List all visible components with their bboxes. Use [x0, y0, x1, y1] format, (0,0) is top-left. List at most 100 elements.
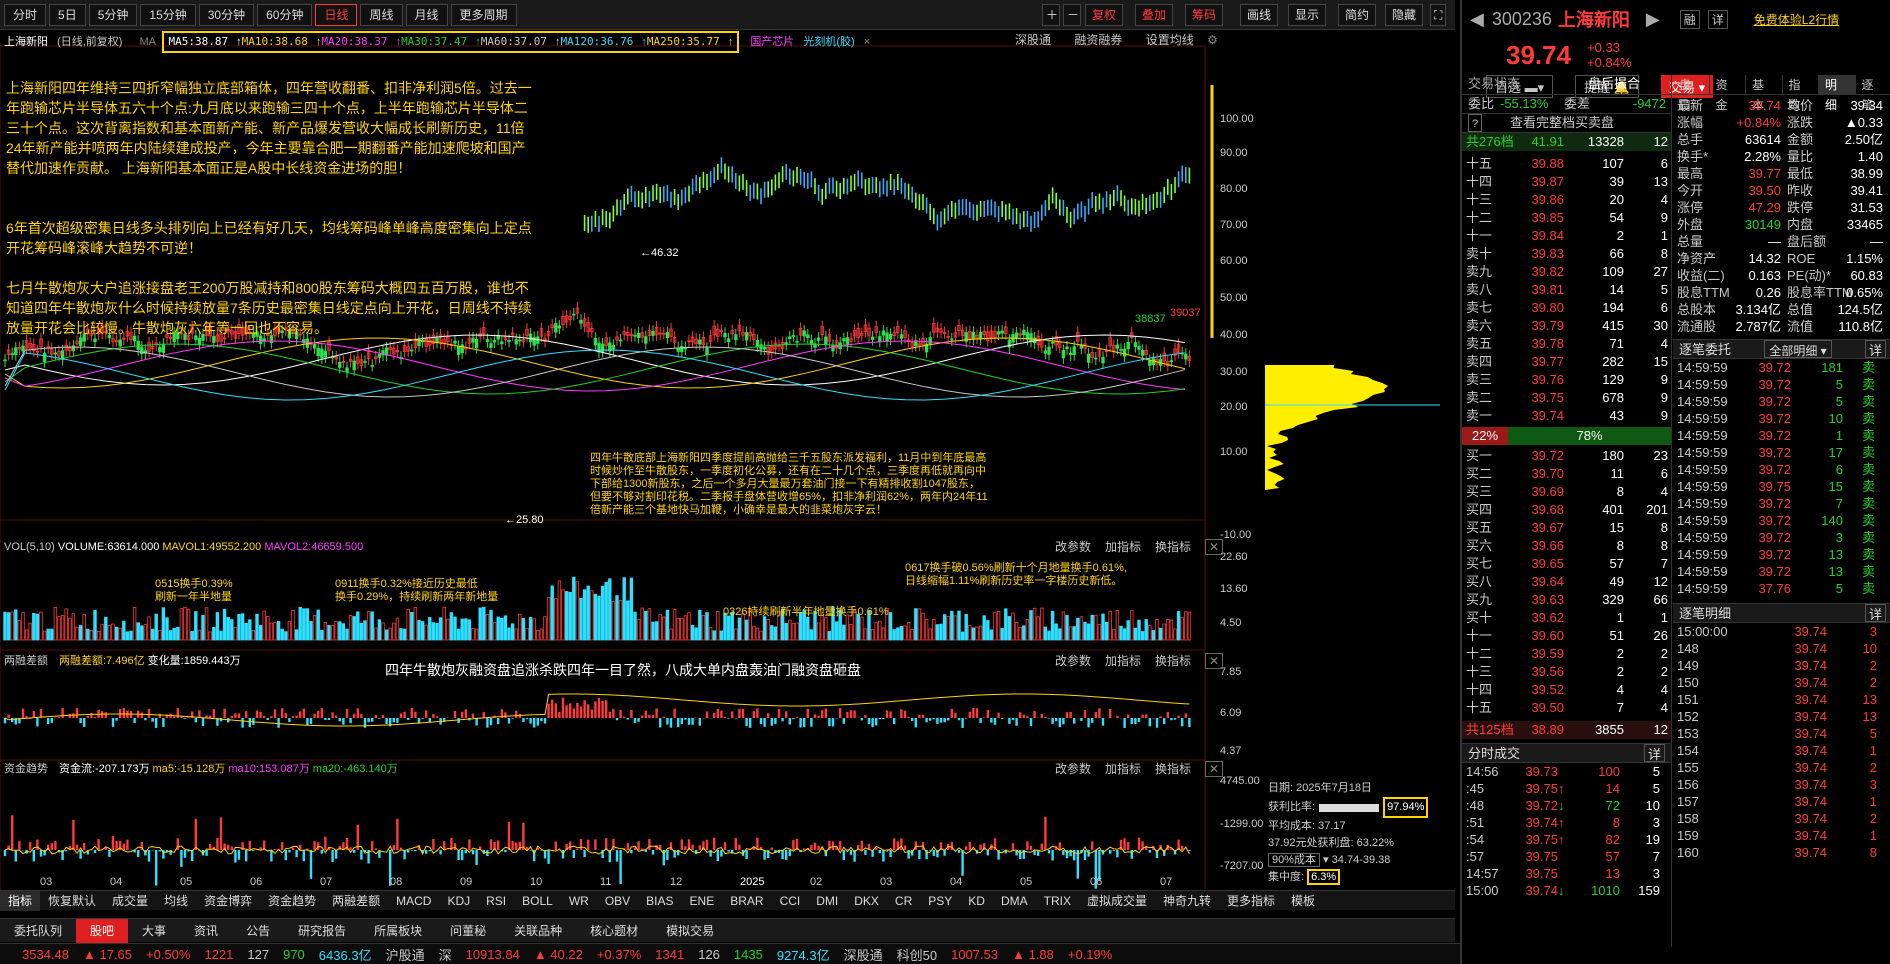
bid-row[interactable]: 买二 39.70 11 6 — [1462, 465, 1671, 483]
indicator-tab[interactable]: 虚拟成交量 — [1079, 891, 1155, 911]
period-tab[interactable]: 月线 — [405, 3, 448, 26]
period-tab[interactable]: 更多周期 — [450, 3, 517, 26]
quote-tab[interactable]: 基本 — [1746, 75, 1783, 112]
panel-link[interactable]: 换指标 — [1155, 654, 1191, 668]
overlay-button[interactable]: 叠加 — [1135, 4, 1174, 26]
quote-tab[interactable]: 资金 — [1710, 75, 1746, 112]
close-icon[interactable]: ✕ — [1205, 653, 1224, 669]
indicator-tab[interactable]: 资金趋势 — [260, 891, 324, 911]
indicator-tab[interactable]: KDJ — [439, 891, 478, 911]
panel-link[interactable]: 换指标 — [1155, 540, 1191, 554]
period-tab[interactable]: 5分钟 — [88, 3, 138, 26]
indicator-tab[interactable]: 均线 — [156, 891, 196, 911]
indicator-tab[interactable]: 两融差额 — [324, 891, 388, 911]
period-tab[interactable]: 30分钟 — [198, 3, 255, 26]
period-tab[interactable]: 日线 — [315, 3, 358, 26]
hgt-link[interactable]: 沪股通 — [386, 945, 425, 964]
period-tab[interactable]: 分时 — [4, 3, 47, 26]
close-icon[interactable]: ✕ — [1205, 539, 1224, 555]
period-tab[interactable]: 5日 — [49, 3, 86, 26]
bid-row[interactable]: 买五 39.67 15 8 — [1462, 519, 1671, 537]
detail-more[interactable]: 详 — [1864, 604, 1886, 622]
close-icon[interactable]: × — [864, 36, 870, 48]
ask-row[interactable]: 卖七 39.80 194 6 — [1462, 299, 1671, 317]
indicator-tab[interactable]: KD — [960, 891, 993, 911]
bid-row[interactable]: 买九 39.63 329 66 — [1462, 591, 1671, 609]
indicator-tab[interactable]: TRIX — [1036, 891, 1079, 911]
ask-row[interactable]: 十二 39.85 54 9 — [1462, 209, 1671, 227]
panel-link[interactable]: 加指标 — [1105, 654, 1141, 668]
indicator-tab[interactable]: MACD — [388, 891, 439, 911]
bottom-tab[interactable]: 公告 — [232, 919, 284, 943]
indicator-tab[interactable]: 神奇九转 — [1155, 891, 1219, 911]
fullscreen-icon[interactable]: ⛶ — [1430, 4, 1447, 26]
settings-icon[interactable]: ⚙ — [1207, 33, 1218, 47]
indicator-tab[interactable]: CCI — [772, 891, 809, 911]
bid-row[interactable]: 买六 39.66 8 8 — [1462, 537, 1671, 555]
bottom-tab[interactable]: 核心题材 — [576, 919, 652, 943]
tag-chip[interactable]: 国产芯片 — [750, 36, 794, 48]
indicator-tab[interactable]: DKX — [846, 891, 887, 911]
quote-tab[interactable]: 明细 — [1819, 75, 1856, 112]
next-stock-icon[interactable]: ▶ — [1646, 9, 1660, 30]
l2-trial-link[interactable]: 免费体验L2行情 — [1754, 11, 1839, 28]
panel-link[interactable]: 加指标 — [1105, 762, 1141, 776]
ask-row[interactable]: 卖九 39.82 109 27 — [1462, 263, 1671, 281]
bid-row[interactable]: 十三 39.56 2 2 — [1462, 663, 1671, 681]
indicator-tab[interactable]: BRAR — [722, 891, 771, 911]
ask-row[interactable]: 卖二 39.75 678 9 — [1462, 389, 1671, 407]
indicator-tab[interactable]: PSY — [920, 891, 960, 911]
tick-trades-more[interactable]: 详 — [1643, 744, 1665, 762]
indicator-tab[interactable]: DMI — [808, 891, 846, 911]
minus-icon[interactable]: － — [1063, 4, 1081, 26]
ask-row[interactable]: 卖八 39.81 14 5 — [1462, 281, 1671, 299]
full-book-row[interactable]: ? 查看完整档买卖盘 — [1462, 113, 1671, 133]
panel-link[interactable]: 改参数 — [1055, 540, 1091, 554]
bid-row[interactable]: 买三 39.69 8 4 — [1462, 483, 1671, 501]
bottom-tab[interactable]: 研究报告 — [284, 919, 360, 943]
cost-range-select[interactable]: 90%成本 — [1268, 853, 1321, 867]
bid-row[interactable]: 买八 39.64 49 12 — [1462, 573, 1671, 591]
ask-row[interactable]: 卖三 39.76 129 9 — [1462, 371, 1671, 389]
quote-tab[interactable]: 逐笔 — [1856, 75, 1890, 112]
indicator-tab[interactable]: CR — [887, 891, 920, 911]
indicator-tab[interactable]: 资金博弈 — [196, 891, 260, 911]
plus-icon[interactable]: ＋ — [1042, 4, 1060, 26]
quote-tab[interactable]: 盘口 — [1673, 75, 1710, 112]
ask-row[interactable]: 卖十 39.83 66 8 — [1462, 245, 1671, 263]
period-tab[interactable]: 60分钟 — [257, 3, 313, 26]
ask-row[interactable]: 卖五 39.78 71 4 — [1462, 335, 1671, 353]
indicator-tab[interactable]: RSI — [478, 891, 514, 911]
sgt-link[interactable]: 深股通 — [844, 945, 883, 964]
hide-button[interactable]: 隐藏 — [1385, 4, 1424, 26]
tag-lithography[interactable]: 光刻机(胶) — [803, 36, 854, 48]
ask-row[interactable]: 卖一 39.74 43 9 — [1462, 407, 1671, 425]
ask-row[interactable]: 卖六 39.79 415 30 — [1462, 317, 1671, 335]
indicator-tab[interactable]: 成交量 — [104, 891, 156, 911]
indicator-tab[interactable]: 恢复默认 — [40, 891, 104, 911]
bid-row[interactable]: 十五 39.50 7 4 — [1462, 699, 1671, 717]
indicator-tab[interactable]: 模板 — [1283, 891, 1323, 911]
ask-row[interactable]: 十一 39.84 2 1 — [1462, 227, 1671, 245]
panel-link[interactable]: 改参数 — [1055, 654, 1091, 668]
bid-row[interactable]: 买十 39.62 1 1 — [1462, 609, 1671, 627]
bid-row[interactable]: 买七 39.65 57 7 — [1462, 555, 1671, 573]
entrust-more[interactable]: 详 — [1864, 340, 1886, 358]
bid-row[interactable]: 十四 39.52 4 4 — [1462, 681, 1671, 699]
indicator-tab[interactable]: 更多指标 — [1219, 891, 1283, 911]
link-margin[interactable]: 融资融券 — [1074, 33, 1122, 47]
period-tab[interactable]: 周线 — [360, 3, 403, 26]
bottom-tab[interactable]: 所属板块 — [360, 919, 436, 943]
entrust-filter-dropdown[interactable]: 全部明细 ▾ — [1764, 340, 1832, 358]
indicator-tab[interactable]: BIAS — [638, 891, 681, 911]
ask-row[interactable]: 十四 39.87 39 13 — [1462, 173, 1671, 191]
help-icon[interactable]: ? — [1468, 114, 1482, 132]
period-tab[interactable]: 15分钟 — [140, 3, 196, 26]
simple-button[interactable]: 简约 — [1338, 4, 1377, 26]
panel-link[interactable]: 加指标 — [1105, 540, 1141, 554]
display-button[interactable]: 显示 — [1288, 4, 1327, 26]
indicator-tab[interactable]: ENE — [682, 891, 723, 911]
bid-row[interactable]: 买一 39.72 180 23 — [1462, 447, 1671, 465]
bid-row[interactable]: 十二 39.59 2 2 — [1462, 645, 1671, 663]
bottom-tab[interactable]: 模拟交易 — [652, 919, 728, 943]
